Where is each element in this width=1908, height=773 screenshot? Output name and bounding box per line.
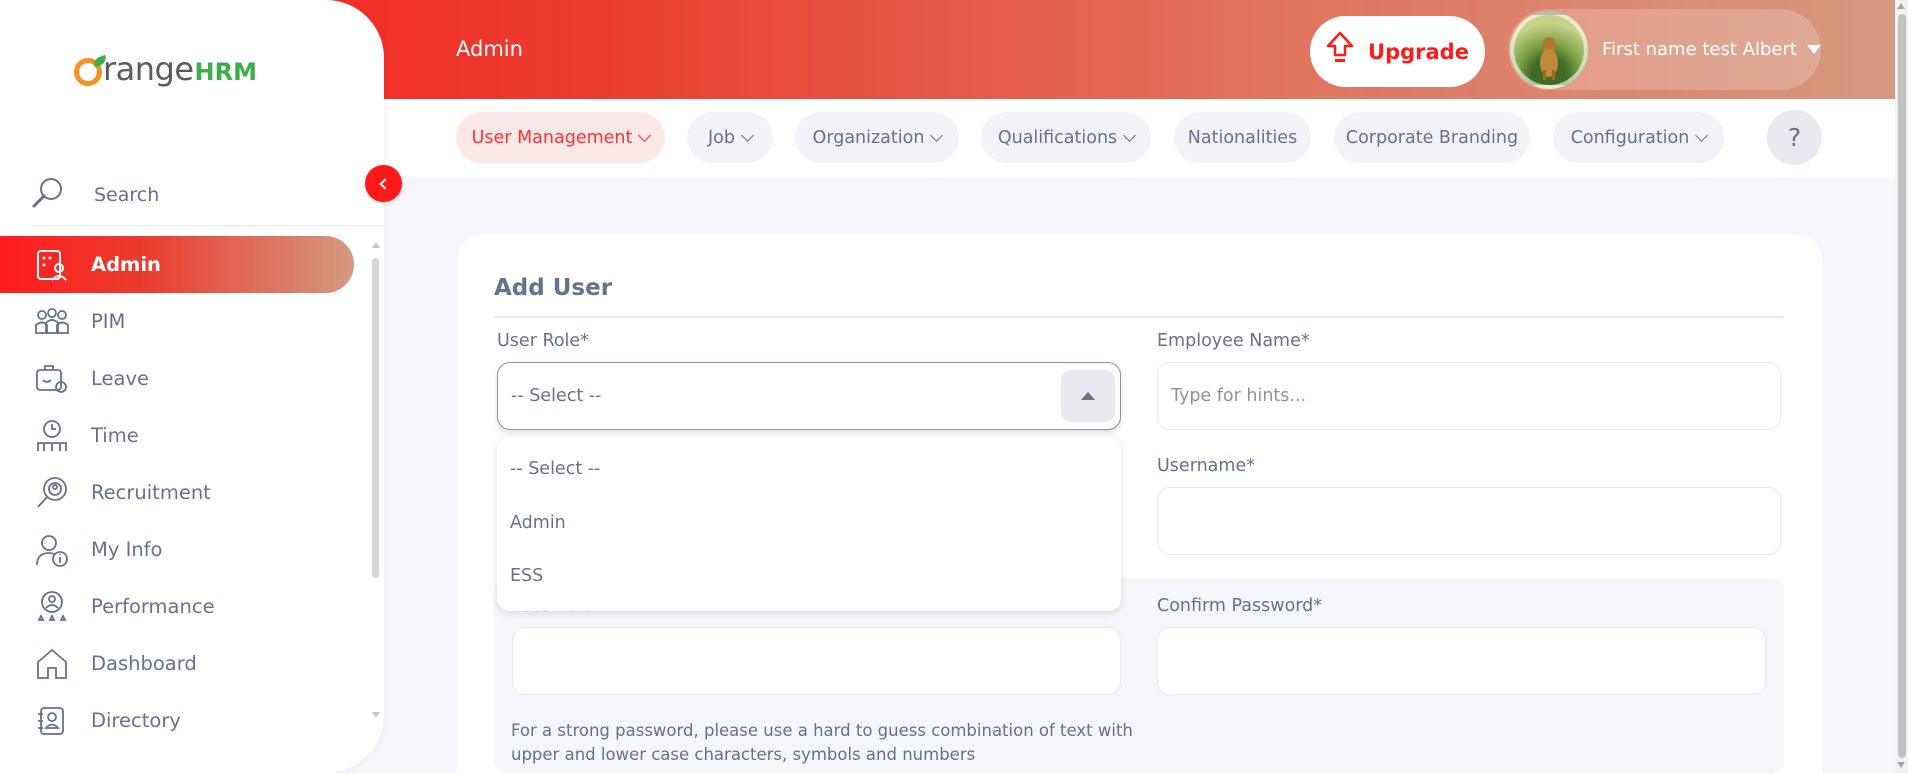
sidebar-item-time[interactable]: Time (0, 407, 354, 464)
caret-up-icon[interactable] (1061, 370, 1115, 422)
directory-icon (34, 703, 70, 739)
employee-name-label: Employee Name* (1157, 331, 1310, 351)
tab-qualifications[interactable]: Qualifications (981, 112, 1151, 163)
user-role-label: User Role* (497, 331, 589, 351)
option-admin[interactable]: Admin (510, 513, 566, 533)
sidebar-item-admin[interactable]: Admin (0, 236, 354, 293)
upgrade-button[interactable]: Upgrade (1310, 16, 1485, 87)
upgrade-label: Upgrade (1368, 39, 1469, 64)
sidebar-item-label: Leave (91, 367, 150, 390)
scroll-thumb[interactable] (372, 258, 379, 578)
confirm-password-label: Confirm Password* (1157, 596, 1323, 616)
password-hint: For a strong password, please use a hard… (511, 721, 1133, 764)
username-input[interactable] (1157, 487, 1781, 555)
chevron-down-icon (930, 128, 944, 142)
sidebar-item-recruitment[interactable]: Recruitment (0, 464, 354, 521)
tab-label: Qualifications (997, 127, 1118, 148)
tab-user-management[interactable]: User Management (456, 112, 665, 163)
tab-corporate-branding[interactable]: Corporate Branding (1334, 112, 1530, 163)
tab-label: Job (708, 127, 735, 148)
sidebar-item-label: My Info (91, 538, 163, 561)
employee-name-input[interactable]: Type for hints... (1157, 362, 1781, 430)
tab-job[interactable]: Job (687, 112, 773, 163)
password-input[interactable] (512, 627, 1121, 695)
scroll-up-icon[interactable] (372, 242, 380, 248)
user-name: First name test Albert (1602, 39, 1797, 60)
sidebar-item-leave[interactable]: Leave (0, 350, 354, 407)
user-menu[interactable]: First name test Albert (1508, 9, 1821, 90)
user-role-dropdown: -- Select -- Admin ESS (497, 437, 1121, 611)
employee-name-placeholder: Type for hints... (1171, 386, 1307, 406)
leave-icon (34, 361, 70, 397)
tab-label: Corporate Branding (1345, 127, 1519, 148)
option-ess[interactable]: ESS (510, 566, 543, 586)
sidebar-item-directory[interactable]: Directory (0, 692, 354, 749)
search-icon (30, 175, 66, 215)
sidebar-scrollbar[interactable] (371, 240, 380, 722)
caret-down-icon (1806, 45, 1821, 54)
collapse-sidebar-button[interactable] (365, 165, 402, 202)
performance-icon (34, 589, 70, 625)
sidebar-item-pim[interactable]: PIM (0, 293, 354, 350)
logo-text: range (103, 50, 194, 88)
chevron-down-icon (741, 128, 754, 142)
recruitment-icon (34, 475, 70, 511)
logo-orange-icon (74, 54, 108, 86)
page-scrollbar[interactable] (1895, 0, 1908, 773)
sidebar-item-label: Time (91, 424, 139, 447)
chevron-down-icon (1695, 128, 1709, 142)
sidebar-item-label: Admin (91, 253, 161, 276)
sidebar-item-label: Directory (91, 709, 181, 732)
sidebar-search[interactable]: Search (30, 164, 384, 226)
tab-label: User Management (471, 127, 633, 148)
sidebar-item-label: Dashboard (91, 652, 197, 675)
sidebar-item-label: Performance (91, 595, 215, 618)
divider (494, 316, 1784, 318)
confirm-password-input[interactable] (1157, 627, 1766, 695)
page-title: Admin (456, 37, 523, 61)
sidebar-item-performance[interactable]: Performance (0, 578, 354, 635)
chevron-down-icon (638, 128, 652, 142)
user-role-value: -- Select -- (511, 386, 602, 406)
tab-configuration[interactable]: Configuration (1553, 112, 1724, 163)
form-title: Add User (494, 275, 613, 301)
pim-icon (34, 304, 70, 340)
orangehrm-logo: range HRM (74, 50, 257, 88)
avatar (1510, 10, 1588, 89)
scroll-up-icon[interactable] (1897, 3, 1905, 9)
chevron-left-icon (379, 177, 391, 190)
scroll-down-icon[interactable] (1897, 762, 1905, 768)
admin-icon (34, 247, 70, 283)
dashboard-icon (34, 646, 70, 682)
tab-label: Nationalities (1187, 127, 1298, 148)
user-role-select[interactable]: -- Select -- (497, 362, 1121, 430)
scroll-thumb[interactable] (1898, 14, 1906, 758)
help-button[interactable]: ? (1767, 110, 1822, 165)
sidebar-item-dashboard[interactable]: Dashboard (0, 635, 354, 692)
username-label: Username* (1157, 456, 1255, 476)
chevron-down-icon (1123, 128, 1137, 142)
tab-label: Configuration (1570, 127, 1690, 148)
upgrade-arrow-icon (1326, 31, 1354, 72)
sidebar: range HRM Search Admin PIM Leave Time Re… (0, 0, 384, 773)
sidebar-item-label: Recruitment (91, 481, 211, 504)
option-select[interactable]: -- Select -- (510, 459, 600, 479)
time-icon (34, 418, 70, 454)
tab-label: Organization (812, 127, 925, 148)
search-label: Search (94, 183, 160, 206)
my-info-icon (34, 532, 70, 568)
scroll-down-icon[interactable] (372, 712, 380, 718)
tab-nationalities[interactable]: Nationalities (1174, 112, 1311, 163)
logo-suffix: HRM (194, 58, 257, 86)
tab-organization[interactable]: Organization (795, 112, 959, 163)
sidebar-item-my-info[interactable]: My Info (0, 521, 354, 578)
sidebar-item-label: PIM (91, 310, 126, 333)
